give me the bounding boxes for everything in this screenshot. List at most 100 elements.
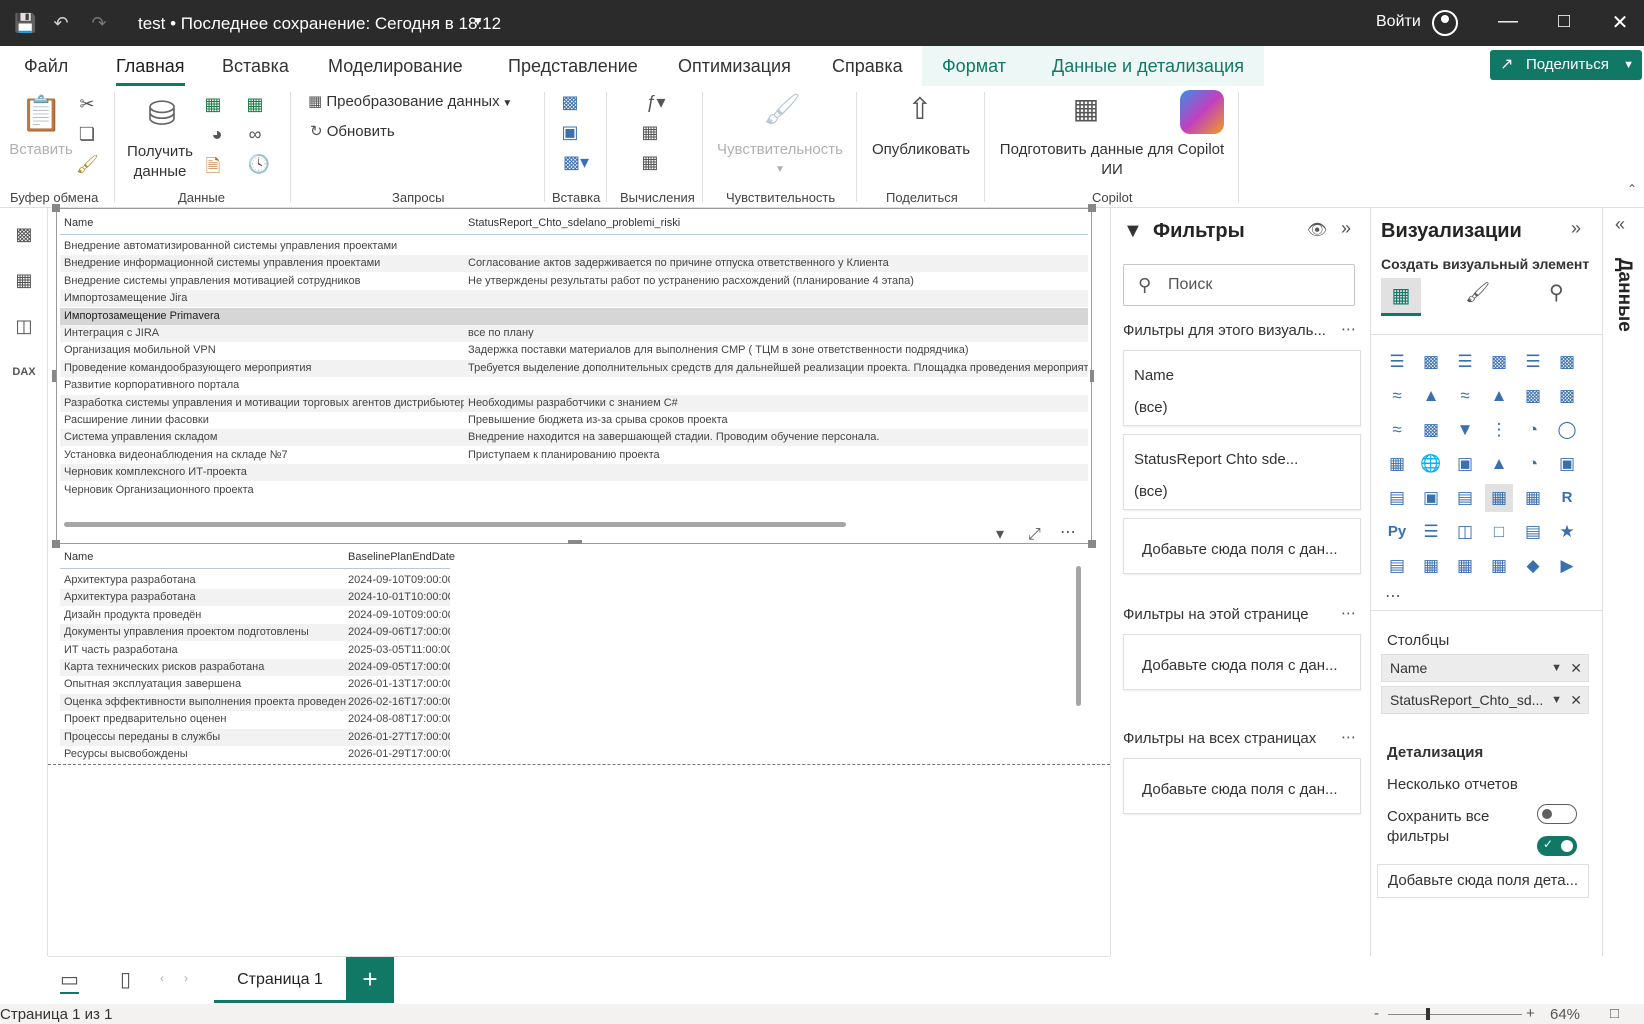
add-page-button[interactable]: +: [346, 957, 394, 1003]
metrics-icon[interactable]: ★: [1553, 518, 1581, 546]
r-visual-icon[interactable]: R: [1553, 484, 1581, 512]
line-clustered-icon[interactable]: ▩: [1553, 382, 1581, 410]
recent-sources-icon[interactable]: 🗎: [202, 154, 224, 184]
datahub-icon[interactable]: ◕: [202, 124, 232, 145]
zoom-in-icon[interactable]: +: [1526, 1005, 1535, 1022]
table-row[interactable]: Карта технических рисков разработана 2024…: [60, 659, 450, 676]
table-row[interactable]: Проект предварительно оценен 2024-08-08T1…: [60, 711, 450, 728]
mobile-layout-icon[interactable]: ▯: [120, 967, 131, 992]
minimize-icon[interactable]: —: [1496, 10, 1520, 33]
more-options-icon[interactable]: ⋯: [1341, 604, 1356, 622]
get-data-button[interactable]: Получить данные: [122, 142, 198, 182]
collapse-ribbon-icon[interactable]: ⌃: [1624, 182, 1640, 196]
stacked-column-icon[interactable]: ▩: [1417, 348, 1445, 376]
transform-data-button[interactable]: ▦ Преобразование данных ▼: [308, 92, 532, 110]
new-visual-icon[interactable]: ▩: [558, 92, 582, 113]
analytics-icon[interactable]: ⚲: [1549, 280, 1564, 305]
tab-insert[interactable]: Вставка: [222, 56, 289, 77]
table-row[interactable]: Ресурсы высвобождены 2026-01-29T17:00:00: [60, 746, 450, 762]
table-row[interactable]: Внедрение системы управления мотивацией …: [60, 273, 1088, 290]
copilot-icon[interactable]: [1180, 90, 1224, 134]
keep-filters-toggle[interactable]: ✓: [1537, 836, 1577, 856]
table-row[interactable]: Опытная эксплуатация завершена 2026-01-13…: [60, 676, 450, 693]
clustered-column-icon[interactable]: ▩: [1485, 348, 1513, 376]
refresh-button[interactable]: ↻ Обновить: [310, 122, 430, 140]
format-visual-icon[interactable]: 🖌: [1465, 280, 1490, 305]
100-bar-icon[interactable]: ☰: [1519, 348, 1547, 376]
table-row[interactable]: Расширение линии фасовки Превышение бюдже…: [60, 412, 1088, 429]
publish-button[interactable]: Опубликовать: [866, 140, 976, 160]
save-icon[interactable]: 💾: [14, 12, 36, 34]
field-well-status[interactable]: StatusReport_Chto_sd... ▼ ✕: [1381, 686, 1589, 714]
resize-handle[interactable]: [1088, 204, 1096, 212]
multi-reports-toggle[interactable]: [1537, 804, 1577, 824]
more-visual-icon[interactable]: ▶: [1553, 552, 1581, 580]
column-header-name[interactable]: Name: [64, 217, 93, 229]
paste-button[interactable]: Вставить: [6, 140, 76, 160]
add-fields-drop-zone[interactable]: Добавьте сюда поля с дан...: [1123, 758, 1361, 814]
more-options-icon[interactable]: ⋯: [1341, 728, 1356, 746]
qa-icon[interactable]: □: [1485, 518, 1513, 546]
tab-view[interactable]: Представление: [508, 56, 638, 77]
table-row[interactable]: Процессы переданы в службы 2026-01-27T17:…: [60, 728, 450, 746]
table-row[interactable]: Архитектура разработана 2024-10-01T10:00:…: [60, 589, 450, 607]
title-dropdown-icon[interactable]: ▼: [472, 14, 484, 28]
vertical-scrollbar[interactable]: [1076, 566, 1081, 706]
sign-in-link[interactable]: Войти: [1376, 13, 1421, 31]
scatter-icon[interactable]: ⋮: [1485, 416, 1513, 444]
add-fields-drop-zone[interactable]: Добавьте сюда поля с дан...: [1123, 518, 1361, 574]
build-visual-icon[interactable]: ▦: [1381, 278, 1421, 316]
python-visual-icon[interactable]: Py: [1383, 518, 1411, 546]
resize-handle[interactable]: [52, 540, 60, 548]
matrix-icon[interactable]: ▦: [1519, 484, 1547, 512]
share-button[interactable]: ↗ Поделиться ▼: [1490, 50, 1642, 80]
data-pane-label[interactable]: Данные: [1613, 258, 1635, 332]
ribbon-chart-icon[interactable]: ≈: [1383, 416, 1411, 444]
enter-data-icon[interactable]: 🕓: [244, 154, 274, 175]
collapse-visualizations-icon[interactable]: »: [1571, 218, 1581, 239]
paginated-report-icon[interactable]: ▤: [1383, 552, 1411, 580]
undo-icon[interactable]: ↶: [50, 12, 72, 34]
more-options-icon[interactable]: ⋯: [1060, 522, 1076, 542]
gauge-icon[interactable]: ◔: [1519, 450, 1547, 478]
table-row[interactable]: Установка видеонаблюдения на складе №7 Пр…: [60, 447, 1088, 464]
zoom-slider-thumb[interactable]: [1426, 1008, 1430, 1020]
table-row[interactable]: Дизайн продукта проведён 2024-09-10T09:00…: [60, 607, 450, 624]
tab-home[interactable]: Главная: [116, 56, 185, 86]
horizontal-scrollbar[interactable]: [64, 522, 846, 527]
kpi-icon[interactable]: ▣: [1417, 484, 1445, 512]
chevron-down-icon[interactable]: ▼: [1551, 687, 1562, 713]
data-pane-collapsed[interactable]: « Данные: [1602, 208, 1644, 956]
drillthrough-drop-zone[interactable]: Добавьте сюда поля дета...: [1377, 864, 1589, 898]
tab-help[interactable]: Справка: [832, 56, 903, 77]
tab-optimize[interactable]: Оптимизация: [678, 56, 791, 77]
new-column-icon[interactable]: ▦: [638, 152, 662, 173]
table-visual-1[interactable]: Name StatusReport_Chto_sdelano_problemi_…: [60, 212, 1088, 538]
excel-icon[interactable]: ▦: [202, 94, 224, 115]
table-row[interactable]: Система управления складом Внедрение нахо…: [60, 429, 1088, 447]
quick-measure-icon[interactable]: ƒ▾: [638, 92, 674, 113]
cut-icon[interactable]: ✂: [76, 94, 98, 115]
table-row[interactable]: Организация мобильной VPN Задержка постав…: [60, 342, 1088, 359]
table-row[interactable]: Развитие корпоративного портала: [60, 377, 1088, 394]
table-row[interactable]: Черновик комплексного ИТ-проекта: [60, 464, 1088, 482]
table-icon[interactable]: ▦: [244, 94, 266, 115]
page-tab-1[interactable]: Страница 1: [214, 957, 346, 1003]
line-column-icon[interactable]: ▩: [1519, 382, 1547, 410]
power-apps-icon[interactable]: ▦: [1417, 552, 1445, 580]
resize-handle[interactable]: [568, 540, 582, 544]
resize-handle[interactable]: [52, 204, 60, 212]
more-options-icon[interactable]: ⋯: [1341, 320, 1356, 338]
donut-icon[interactable]: ◯: [1553, 416, 1581, 444]
treemap-icon[interactable]: ▦: [1383, 450, 1411, 478]
focus-mode-icon[interactable]: ⤢: [1028, 526, 1041, 544]
report-view-icon[interactable]: ▩: [10, 220, 38, 248]
dax-query-icon[interactable]: DAX: [10, 358, 38, 386]
pie-chart-icon[interactable]: ◔: [1519, 416, 1547, 444]
table-row[interactable]: Импортозамещение Primavera: [60, 307, 1088, 325]
filter-search-input[interactable]: ⚲ Поиск: [1123, 264, 1355, 306]
maximize-icon[interactable]: □: [1552, 10, 1576, 33]
table-row[interactable]: Внедрение информационной системы управле…: [60, 255, 1088, 273]
table-row[interactable]: Оценка эффективности выполнения проекта …: [60, 693, 450, 711]
table-visual-2[interactable]: Name BaselinePlanEndDate Архитектура раз…: [60, 546, 1088, 762]
